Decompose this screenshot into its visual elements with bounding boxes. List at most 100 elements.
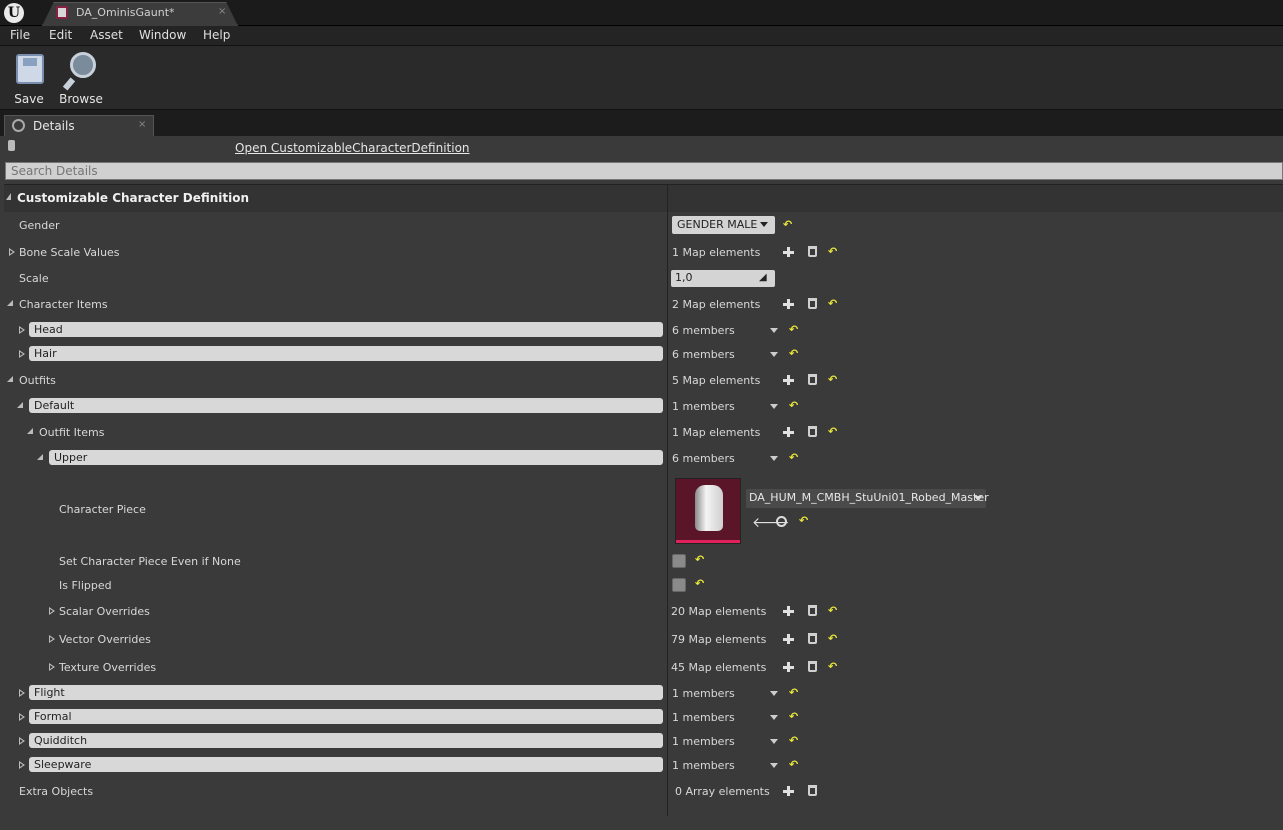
- reset-to-default-icon[interactable]: ↶: [789, 348, 798, 359]
- close-details-icon[interactable]: ×: [138, 119, 146, 130]
- close-tab-icon[interactable]: ×: [218, 6, 226, 17]
- reset-to-default-icon[interactable]: ↶: [828, 246, 837, 257]
- collapse-arrow-icon[interactable]: [6, 193, 11, 200]
- expand-arrow-icon[interactable]: [19, 689, 25, 697]
- add-element-icon[interactable]: [782, 661, 794, 673]
- browse-asset-icon[interactable]: [776, 516, 787, 527]
- trash-icon[interactable]: [808, 785, 817, 796]
- map-key-sleepware[interactable]: Sleepware: [29, 757, 663, 772]
- map-key-flight[interactable]: Flight: [29, 685, 663, 700]
- reset-to-default-icon[interactable]: ↶: [695, 578, 704, 589]
- drag-handle-icon[interactable]: ◢: [759, 273, 769, 283]
- trash-icon[interactable]: [808, 246, 817, 257]
- column-divider[interactable]: [667, 184, 668, 816]
- reset-to-default-icon[interactable]: ↶: [828, 374, 837, 385]
- data-asset-icon: [56, 6, 68, 19]
- character-piece-dropdown[interactable]: DA_HUM_M_CMBH_StuUni01_Robed_Master: [746, 489, 989, 508]
- reset-to-default-icon[interactable]: ↶: [695, 554, 704, 565]
- trash-icon[interactable]: [808, 605, 817, 616]
- add-element-icon[interactable]: [782, 605, 794, 617]
- magnifier-icon: [70, 52, 96, 78]
- menu-bar: File Edit Asset Window Help: [0, 26, 1283, 46]
- collapse-arrow-icon[interactable]: [7, 376, 13, 382]
- extra-objects-label: Extra Objects: [19, 785, 94, 798]
- chevron-down-icon[interactable]: [770, 404, 778, 409]
- chevron-down-icon[interactable]: [770, 763, 778, 768]
- menu-asset[interactable]: Asset: [90, 28, 123, 42]
- expand-arrow-icon[interactable]: [9, 248, 15, 256]
- reset-to-default-icon[interactable]: ↶: [828, 633, 837, 644]
- search-details-input[interactable]: [5, 162, 1283, 180]
- reset-to-default-icon[interactable]: ↶: [789, 711, 798, 722]
- add-element-icon[interactable]: [782, 426, 794, 438]
- reset-to-default-icon[interactable]: ↶: [789, 759, 798, 770]
- expand-arrow-icon[interactable]: [19, 737, 25, 745]
- chevron-down-icon[interactable]: [770, 691, 778, 696]
- flight-members: 1 members: [672, 687, 735, 700]
- browse-button[interactable]: Browse: [56, 48, 106, 108]
- map-key-default[interactable]: Default: [29, 398, 663, 413]
- chevron-down-icon[interactable]: [770, 352, 778, 357]
- trash-icon[interactable]: [808, 426, 817, 437]
- add-element-icon[interactable]: [782, 785, 794, 797]
- reset-to-default-icon[interactable]: ↶: [789, 735, 798, 746]
- menu-edit[interactable]: Edit: [49, 28, 72, 42]
- add-element-icon[interactable]: [782, 246, 794, 258]
- chevron-down-icon[interactable]: [770, 456, 778, 461]
- expand-arrow-icon[interactable]: [19, 761, 25, 769]
- trash-icon[interactable]: [808, 633, 817, 644]
- map-key-quidditch[interactable]: Quidditch: [29, 733, 663, 748]
- details-tab-label: Details: [33, 119, 75, 133]
- collapse-arrow-icon[interactable]: [27, 428, 33, 434]
- trash-icon[interactable]: [808, 661, 817, 672]
- gender-dropdown[interactable]: GENDER MALE: [672, 216, 775, 234]
- details-tab[interactable]: Details ×: [4, 115, 154, 136]
- save-floppy-icon: [16, 54, 44, 84]
- set-piece-none-checkbox[interactable]: [672, 554, 686, 568]
- category-header[interactable]: Customizable Character Definition: [4, 184, 1283, 212]
- chevron-down-icon[interactable]: [770, 739, 778, 744]
- trash-icon[interactable]: [808, 298, 817, 309]
- lock-icon[interactable]: [8, 140, 15, 151]
- map-key-hair[interactable]: Hair: [29, 346, 663, 361]
- expand-arrow-icon[interactable]: [19, 713, 25, 721]
- reset-to-default-icon[interactable]: ↶: [828, 298, 837, 309]
- outfits-label: Outfits: [19, 374, 56, 387]
- trash-icon[interactable]: [808, 374, 817, 385]
- expand-arrow-icon[interactable]: [49, 635, 55, 643]
- magnifier-handle: [62, 77, 76, 91]
- expand-arrow-icon[interactable]: [19, 350, 25, 358]
- add-element-icon[interactable]: [782, 633, 794, 645]
- reset-to-default-icon[interactable]: ↶: [789, 452, 798, 463]
- collapse-arrow-icon[interactable]: [7, 300, 13, 306]
- reset-to-default-icon[interactable]: ↶: [789, 324, 798, 335]
- chevron-down-icon[interactable]: [770, 328, 778, 333]
- expand-arrow-icon[interactable]: [49, 607, 55, 615]
- reset-to-default-icon[interactable]: ↶: [799, 515, 808, 526]
- collapse-arrow-icon[interactable]: [17, 402, 23, 408]
- map-key-head[interactable]: Head: [29, 322, 663, 337]
- reset-to-default-icon[interactable]: ↶: [789, 400, 798, 411]
- reset-to-default-icon[interactable]: ↶: [828, 661, 837, 672]
- expand-arrow-icon[interactable]: [49, 663, 55, 671]
- scale-input[interactable]: 1,0 ◢: [671, 270, 775, 287]
- menu-help[interactable]: Help: [203, 28, 230, 42]
- reset-to-default-icon[interactable]: ↶: [783, 219, 792, 230]
- map-key-upper[interactable]: Upper: [49, 450, 663, 465]
- save-button[interactable]: Save: [4, 48, 54, 108]
- add-element-icon[interactable]: [782, 298, 794, 310]
- chevron-down-icon[interactable]: [770, 715, 778, 720]
- gender-value: GENDER MALE: [677, 218, 758, 231]
- expand-arrow-icon[interactable]: [19, 326, 25, 334]
- menu-file[interactable]: File: [10, 28, 30, 42]
- open-class-link[interactable]: Open CustomizableCharacterDefinition: [235, 141, 470, 155]
- menu-window[interactable]: Window: [139, 28, 186, 42]
- is-flipped-checkbox[interactable]: [672, 578, 686, 592]
- reset-to-default-icon[interactable]: ↶: [828, 605, 837, 616]
- reset-to-default-icon[interactable]: ↶: [828, 426, 837, 437]
- asset-thumbnail[interactable]: [675, 478, 741, 544]
- collapse-arrow-icon[interactable]: [37, 454, 43, 460]
- reset-to-default-icon[interactable]: ↶: [789, 687, 798, 698]
- map-key-formal[interactable]: Formal: [29, 709, 663, 724]
- add-element-icon[interactable]: [782, 374, 794, 386]
